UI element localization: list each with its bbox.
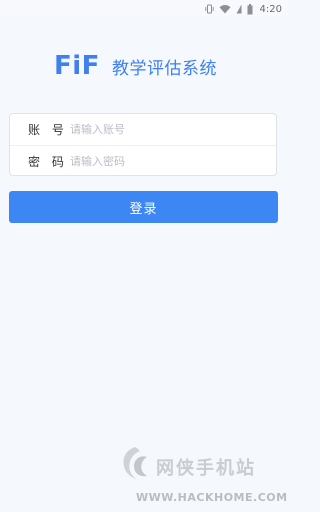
header: FiF 教学评估系统	[0, 50, 288, 90]
login-form: 账 号 密 码	[9, 113, 277, 176]
watermark: 网侠手机站 WWW.HACKHOME.COM	[118, 440, 288, 510]
app-title: 教学评估系统	[112, 59, 217, 79]
signal-icon	[236, 4, 242, 14]
account-input[interactable]	[70, 123, 260, 136]
status-icons: 4:20	[204, 3, 282, 15]
vibrate-icon	[204, 4, 214, 14]
login-button[interactable]: 登录	[9, 191, 278, 223]
account-row: 账 号	[10, 114, 276, 145]
account-label: 账 号	[28, 123, 68, 137]
watermark-url: WWW.HACKHOME.COM	[136, 491, 288, 504]
battery-icon	[247, 3, 253, 15]
app-logo: FiF	[54, 51, 100, 81]
password-input[interactable]	[70, 155, 260, 168]
status-time: 4:20	[259, 3, 282, 15]
password-label: 密 码	[28, 155, 68, 169]
watermark-title: 网侠手机站	[156, 458, 256, 479]
status-bar: 4:20	[0, 0, 288, 18]
password-row: 密 码	[10, 145, 276, 177]
hackhome-logo-icon	[118, 444, 152, 488]
wifi-icon	[219, 4, 231, 14]
